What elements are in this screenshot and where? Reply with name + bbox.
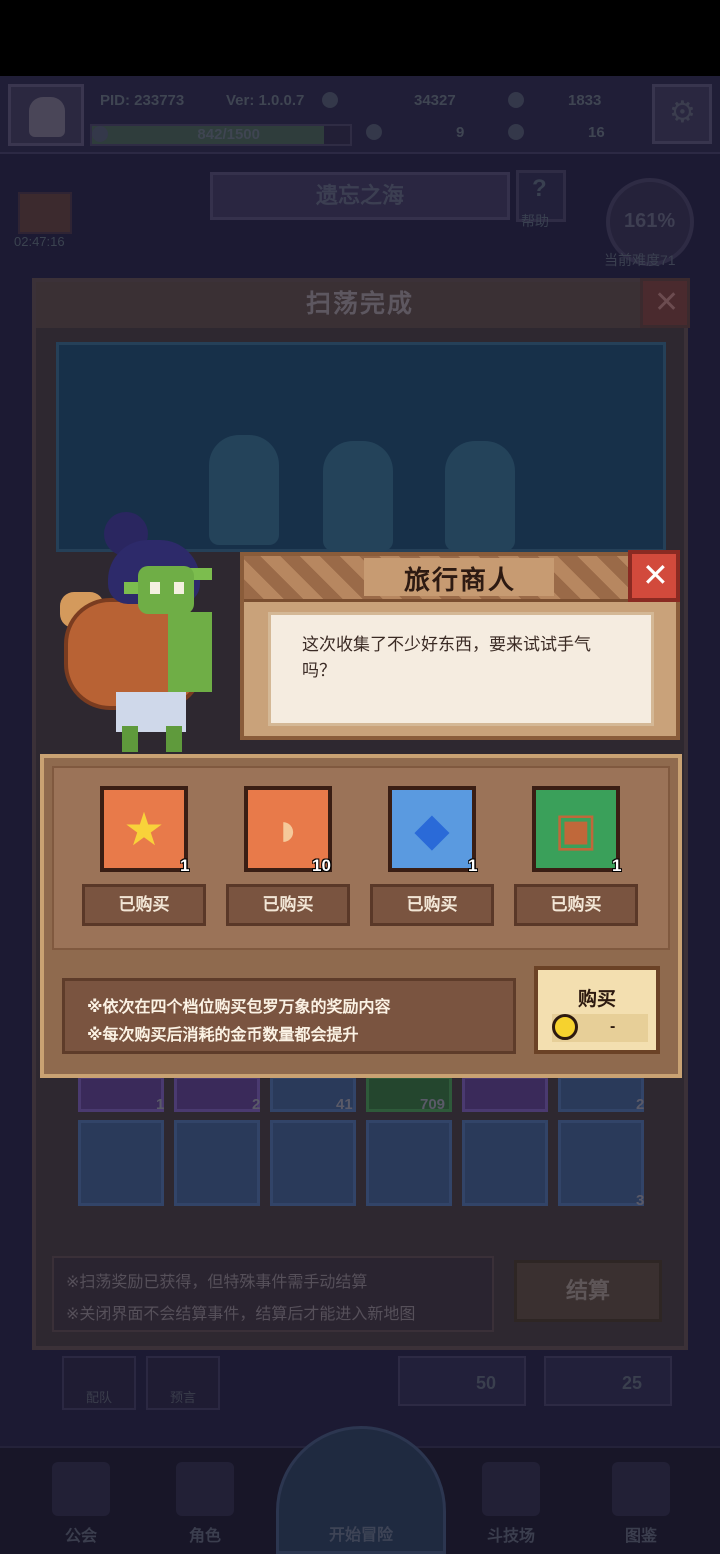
reward-slot[interactable]: [174, 1120, 260, 1206]
info-icon: [322, 92, 338, 108]
reward-slot[interactable]: [558, 1076, 644, 1112]
shop-rules: ※依次在四个档位购买包罗万象的奖励内容 ※每次购买后消耗的金币数量都会提升: [62, 978, 516, 1054]
nav-codex-label: 图鉴: [624, 1528, 657, 1545]
slot-count: 41: [336, 1096, 353, 1113]
reward-slot[interactable]: [558, 1120, 644, 1206]
item-count: 1: [468, 856, 478, 875]
game-version: Ver: 1.0.0.7: [226, 92, 305, 109]
map-name-button[interactable]: 遗忘之海: [210, 172, 510, 220]
purchased-button[interactable]: 已购买: [514, 884, 638, 926]
item-count: 10: [312, 856, 331, 875]
difficulty-percent: 161%: [624, 210, 676, 232]
shop-item-slot[interactable]: ★: [100, 786, 188, 872]
merchant-character: [58, 512, 238, 752]
reward-slot[interactable]: [174, 1076, 260, 1112]
reward-slot[interactable]: [78, 1120, 164, 1206]
clover-count: 9: [456, 124, 465, 141]
shop-item-slot[interactable]: ▣: [532, 786, 620, 872]
preset-tab[interactable]: 预言: [146, 1356, 220, 1410]
shop-item-slot[interactable]: ◆: [388, 786, 476, 872]
buy-price: -: [610, 1018, 616, 1035]
gem-icon: [508, 92, 524, 108]
purchased-button[interactable]: 已购买: [82, 884, 206, 926]
dialog-close-icon[interactable]: [628, 550, 680, 602]
key-count: 16: [588, 124, 605, 141]
xp-text: 842/1500: [197, 126, 260, 143]
nav-guild-label: 公会: [64, 1528, 97, 1545]
cost-badge[interactable]: 25: [544, 1356, 672, 1406]
nav-role-label: 角色: [188, 1528, 221, 1545]
buy-button[interactable]: 购买 -: [534, 966, 660, 1054]
reward-slot[interactable]: [462, 1076, 548, 1112]
start-label: 开始冒险: [328, 1527, 393, 1544]
purchased-button[interactable]: 已购买: [226, 884, 350, 926]
guild-icon: [52, 1462, 110, 1516]
question-icon: ?: [532, 175, 547, 202]
dialog-title: 旅行商人: [403, 565, 516, 595]
dialog-header: 旅行商人: [244, 556, 676, 602]
shop-rule: ※每次购买后消耗的金币数量都会提升: [87, 1027, 359, 1044]
cost-badge[interactable]: 50: [398, 1356, 526, 1406]
role-icon: [176, 1462, 234, 1516]
player-avatar[interactable]: [8, 84, 84, 146]
gem-count: 1833: [568, 92, 602, 109]
reward-slot[interactable]: [462, 1120, 548, 1206]
settle-button[interactable]: 结算: [514, 1260, 662, 1322]
nav-arena-label: 斗技场: [486, 1528, 535, 1545]
team-tab[interactable]: 配队: [62, 1356, 136, 1410]
crystal-icon: ◆: [414, 803, 450, 855]
sweep-note: ※关闭界面不会结算事件，结算后才能进入新地图: [66, 1306, 416, 1323]
hero-figure: [323, 441, 393, 551]
basket-icon: ▣: [554, 803, 598, 855]
help-label: 帮助: [521, 213, 549, 229]
settings-gear-icon[interactable]: [652, 84, 712, 144]
nav-codex[interactable]: 图鉴: [582, 1452, 700, 1548]
slot-count: 3: [636, 1192, 645, 1209]
preset-label: 预言: [169, 1390, 196, 1405]
slot-count: 709: [420, 1096, 446, 1113]
nav-arena[interactable]: 斗技场: [452, 1452, 570, 1548]
player-id: PID: 233773: [100, 92, 185, 109]
shop-rule: ※依次在四个档位购买包罗万象的奖励内容: [87, 999, 391, 1016]
nav-guild[interactable]: 公会: [22, 1452, 140, 1548]
book-icon: [612, 1462, 670, 1516]
clover-icon: [366, 124, 382, 140]
treasure-chest-icon[interactable]: [18, 192, 72, 234]
star-icon: ★: [123, 803, 165, 855]
sweep-note: ※扫荡奖励已获得，但特殊事件需手动结算: [66, 1274, 368, 1291]
xp-icon: [92, 126, 108, 142]
slot-count: 1: [156, 1096, 165, 1113]
slot-count: 2: [252, 1096, 261, 1113]
item-count: 1: [612, 856, 622, 875]
sweep-notes: ※扫荡奖励已获得，但特殊事件需手动结算 ※关闭界面不会结算事件，结算后才能进入新…: [52, 1256, 494, 1332]
sweep-close-icon[interactable]: [640, 278, 690, 328]
gold-count: 34327: [414, 92, 456, 109]
buy-label: 购买: [577, 989, 616, 1010]
dialog-message: 这次收集了不少好东西，要来试试手气吗？: [302, 635, 591, 680]
xp-bar: 842/1500: [90, 124, 352, 146]
swords-icon: [482, 1462, 540, 1516]
chest-timer: 02:47:16: [14, 234, 65, 249]
hero-figure: [445, 441, 515, 551]
gold-coin-icon: [552, 1014, 578, 1040]
reward-slot[interactable]: [78, 1076, 164, 1112]
item-count: 1: [180, 856, 190, 875]
key-icon: [508, 124, 524, 140]
sweep-title: 扫荡完成: [36, 282, 684, 328]
purchased-button[interactable]: 已购买: [370, 884, 494, 926]
reward-slot[interactable]: [270, 1120, 356, 1206]
reward-slot[interactable]: [366, 1120, 452, 1206]
slot-count: 2: [636, 1096, 645, 1113]
team-label: 配队: [85, 1390, 112, 1405]
nav-role[interactable]: 角色: [146, 1452, 264, 1548]
help-button[interactable]: ? 帮助: [516, 170, 566, 229]
difficulty-label: 当前难度71: [604, 252, 676, 268]
